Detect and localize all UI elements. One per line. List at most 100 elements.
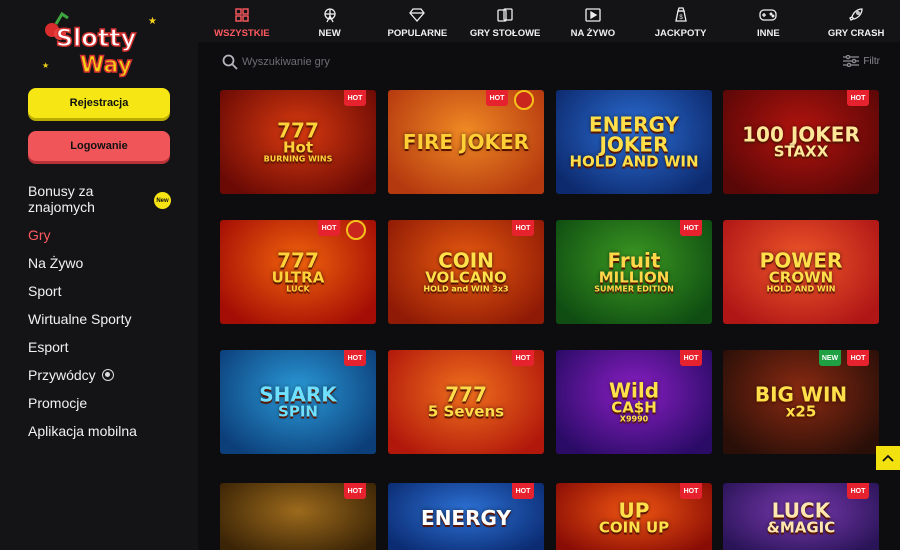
game-title-line: 777	[445, 382, 487, 407]
game-title-line: ENERGY JOKER	[589, 112, 679, 157]
game-title-line: LUCK	[286, 284, 310, 294]
sidebar-item-virtual-sports[interactable]: Wirtualne Sporty	[28, 311, 188, 327]
tab-label: POPULARNE	[387, 28, 448, 39]
sidebar-item-label: Wirtualne Sporty	[28, 311, 132, 327]
tab-label: NA ŻYWO	[570, 28, 616, 39]
tab-other[interactable]: INNE	[725, 0, 813, 42]
sidebar-item-games[interactable]: Gry	[28, 227, 188, 243]
hot-badge: HOT	[344, 483, 366, 499]
hot-badge: HOT	[680, 483, 702, 499]
game-title: Wild CA$H X9990	[560, 381, 708, 424]
game-tile[interactable]: UP COIN UP HOT	[556, 483, 712, 550]
game-tile[interactable]: LUCK &MAGIC HOT	[723, 483, 879, 550]
money-bag-icon: $	[671, 6, 691, 24]
tab-label: NEW	[318, 28, 341, 39]
sidebar-item-promotions[interactable]: Promocje	[28, 395, 188, 411]
logo-line1: Slotty	[56, 24, 137, 52]
game-title: 777 5 Sevens	[392, 385, 540, 420]
game-title-line: CROWN	[768, 268, 834, 287]
hot-badge: HOT	[680, 220, 702, 236]
diamond-icon	[407, 6, 427, 24]
game-tile[interactable]: ENERGY HOT	[388, 483, 544, 550]
register-button[interactable]: Rejestracja	[28, 88, 170, 118]
game-title-line: UP	[618, 498, 650, 523]
tab-new[interactable]: NEW	[286, 0, 374, 42]
sidebar-item-sport[interactable]: Sport	[28, 283, 188, 299]
login-button[interactable]: Logowanie	[28, 131, 170, 161]
sidebar-item-live[interactable]: Na Żywo	[28, 255, 188, 271]
tab-live[interactable]: NA ŻYWO	[549, 0, 637, 42]
game-tile[interactable]: Wild CA$H X9990 HOT	[556, 350, 712, 454]
tab-table-games[interactable]: GRY STOŁOWE	[461, 0, 549, 42]
game-title-line: ENERGY	[421, 506, 511, 530]
scroll-to-top-button[interactable]	[876, 446, 900, 470]
game-tile[interactable]: HOT	[220, 483, 376, 550]
game-title-line: FIRE JOKER	[402, 130, 530, 154]
tab-all[interactable]: WSZYSTKIE	[198, 0, 286, 42]
brand-logo[interactable]: Slotty Way ★ ★	[38, 8, 160, 82]
game-tile[interactable]: COIN VOLCANO HOLD and WIN 3x3 HOT	[388, 220, 544, 324]
tab-jackpots[interactable]: $ JACKPOTY	[637, 0, 725, 42]
game-title-line: Wild	[608, 378, 660, 403]
tab-crash-games[interactable]: GRY CRASH	[812, 0, 900, 42]
game-title: 100 JOKER STAXX	[727, 125, 875, 160]
category-tabs: WSZYSTKIE NEW POPULARNE GRY STOŁOWE NA Ż…	[198, 0, 900, 42]
game-title: POWER CROWN HOLD AND WIN	[727, 251, 875, 294]
game-title-line: LUCK	[771, 498, 831, 523]
game-tile[interactable]: Fruit MILLION SUMMER EDITION HOT	[556, 220, 712, 324]
game-title-line: Hot	[282, 138, 314, 157]
game-tile[interactable]: SHARK SPIN HOT	[220, 350, 376, 454]
filter-label: Filtr	[863, 55, 880, 67]
game-tile[interactable]: BIG WIN x25 HOT NEW	[723, 350, 879, 454]
game-title: UP COIN UP	[560, 501, 708, 536]
ferris-wheel-icon	[320, 6, 340, 24]
game-title-line: Fruit	[607, 248, 661, 273]
game-title-line: 5 Sevens	[427, 402, 505, 421]
tab-label: GRY CRASH	[827, 28, 885, 39]
grid-icon	[232, 6, 252, 24]
logo-line2: Way	[80, 53, 132, 78]
game-tile[interactable]: 777 5 Sevens HOT	[388, 350, 544, 454]
game-title-line: STAXX	[773, 142, 829, 161]
svg-text:★: ★	[148, 16, 157, 27]
game-title-line: SHARK	[259, 382, 337, 407]
game-title: LUCK &MAGIC	[727, 501, 875, 536]
game-title-line: SPIN	[278, 402, 318, 421]
search-icon[interactable]	[222, 54, 238, 70]
game-title: 777 Hot BURNING WINS	[224, 121, 372, 164]
svg-text:★: ★	[42, 61, 49, 70]
rocket-icon	[846, 6, 866, 24]
game-tile[interactable]: POWER CROWN HOLD AND WIN	[723, 220, 879, 324]
game-title-line: 777	[277, 248, 319, 273]
sidebar-item-label: Na Żywo	[28, 255, 84, 271]
game-title-line: COIN	[438, 248, 494, 273]
game-title: Fruit MILLION SUMMER EDITION	[560, 251, 708, 294]
sidebar-item-leaders[interactable]: Przywódcy	[28, 367, 188, 383]
game-title: SHARK SPIN	[224, 385, 372, 420]
sidebar-item-mobile-app[interactable]: Aplikacja mobilna	[28, 423, 188, 439]
game-tile[interactable]: FIRE JOKER HOT	[388, 90, 544, 194]
sidebar-item-label: Aplikacja mobilna	[28, 423, 137, 439]
game-title-line: VOLCANO	[425, 268, 507, 287]
game-tile[interactable]: 777 Hot BURNING WINS HOT	[220, 90, 376, 194]
game-tile[interactable]: 777 ULTRA LUCK HOT	[220, 220, 376, 324]
hot-badge: HOT	[344, 350, 366, 366]
gamepad-icon	[758, 6, 778, 24]
sidebar-item-label: Bonusy za znajomych	[28, 183, 95, 215]
search-input[interactable]	[242, 53, 542, 71]
sidebar-item-label: Esport	[28, 339, 69, 355]
sidebar-menu: Bonusy za znajomych New Gry Na Żywo Spor…	[28, 183, 188, 439]
cards-icon	[495, 6, 515, 24]
hot-badge: HOT	[512, 220, 534, 236]
game-tile[interactable]: 100 JOKER STAXX HOT	[723, 90, 879, 194]
tab-popular[interactable]: POPULARNE	[374, 0, 462, 42]
filter-button[interactable]: Filtr	[843, 55, 880, 67]
game-tile[interactable]: ENERGY JOKER HOLD AND WIN	[556, 90, 712, 194]
game-title: COIN VOLCANO HOLD and WIN 3x3	[392, 251, 540, 294]
game-title-line: BURNING WINS	[263, 154, 333, 164]
sidebar-item-referral-bonus[interactable]: Bonusy za znajomych New	[28, 183, 171, 217]
live-icon	[583, 6, 603, 24]
sidebar-item-esport[interactable]: Esport	[28, 339, 188, 355]
tab-label: WSZYSTKIE	[214, 28, 270, 39]
game-title-line: COIN UP	[598, 518, 670, 537]
